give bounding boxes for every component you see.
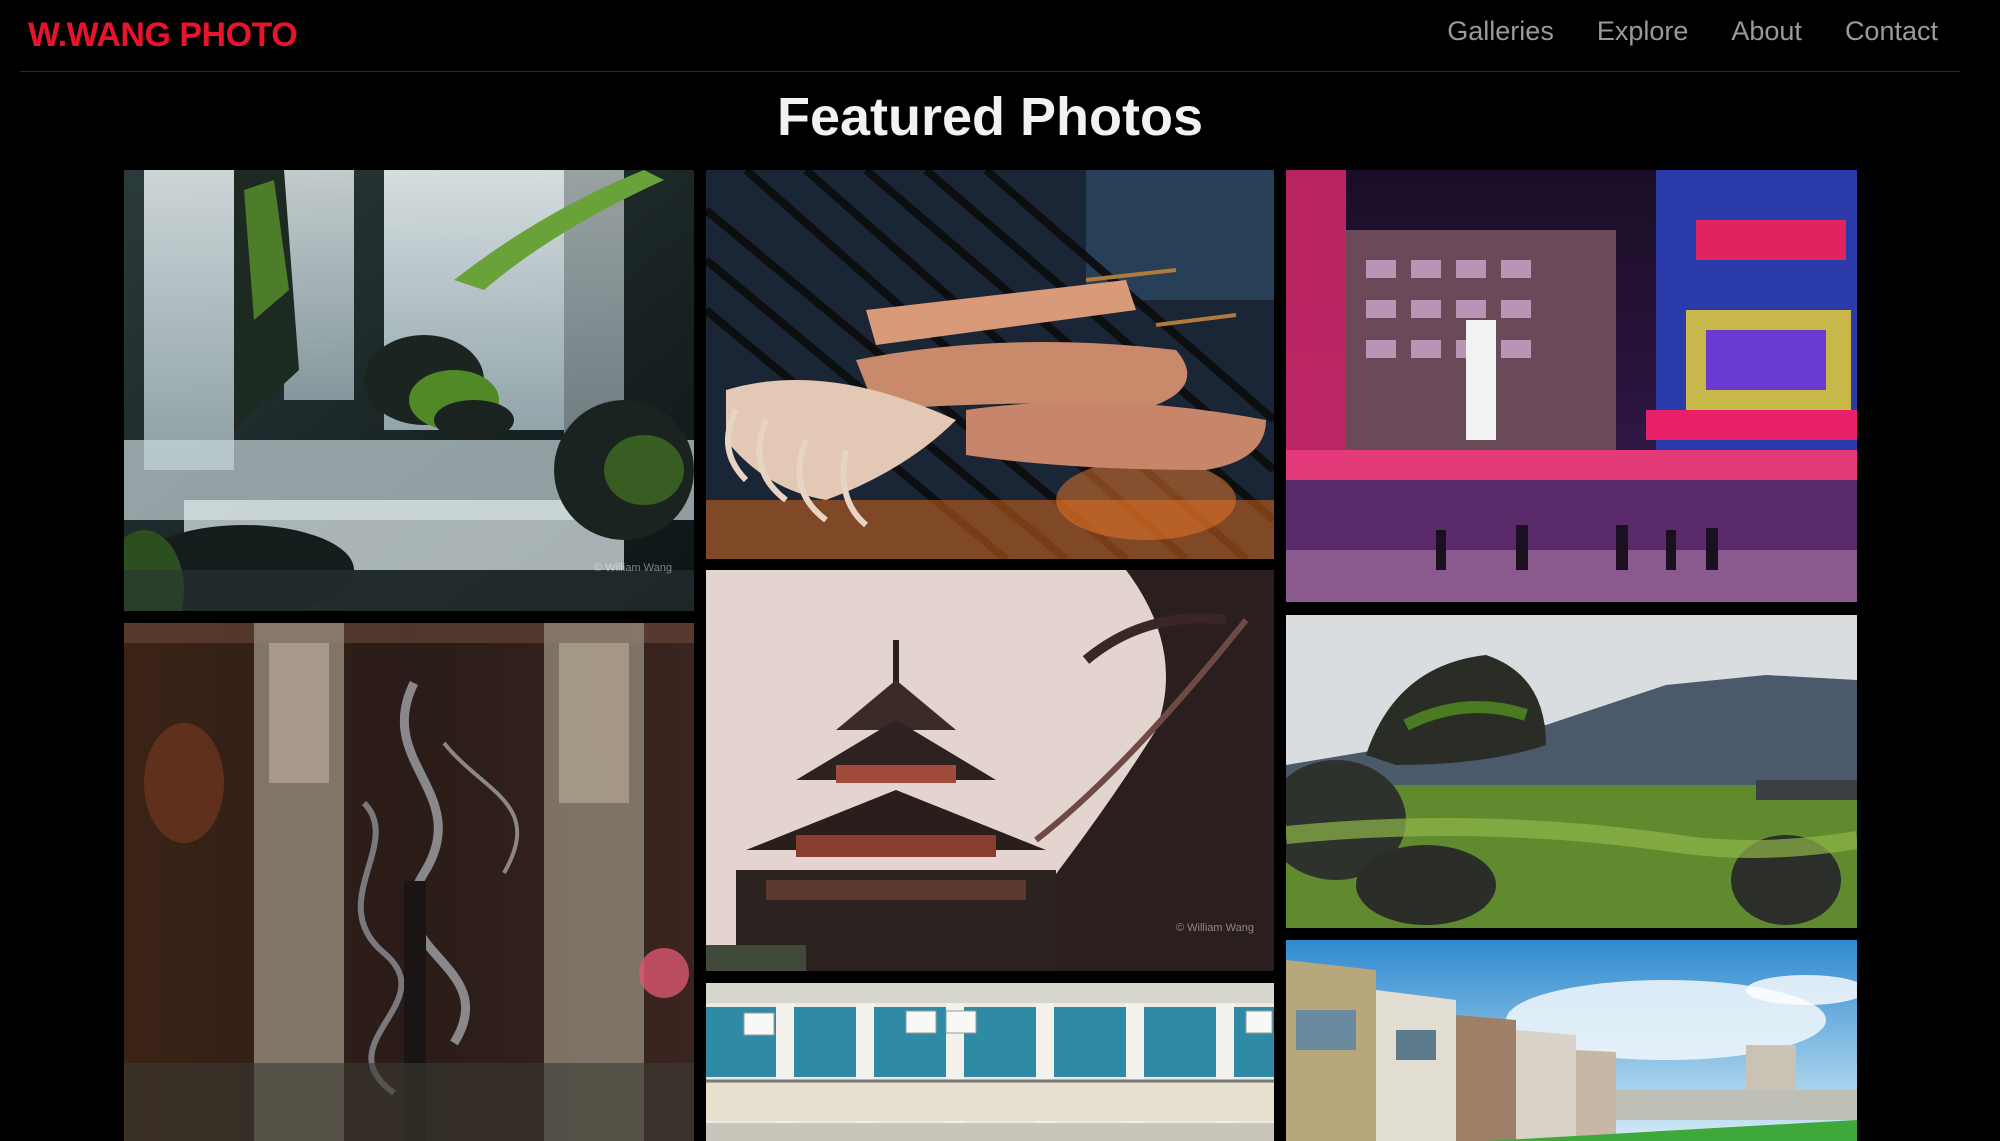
apartment-balconies-image [706, 983, 1274, 1141]
main-nav: Galleries Explore About Contact [1447, 16, 1938, 47]
incense-smoke-image [124, 623, 694, 1141]
site-header: W.WANG PHOTO Galleries Explore About Con… [20, 0, 1960, 72]
neon-street-image [1286, 170, 1857, 602]
photo-houses-field[interactable] [1286, 940, 1857, 1141]
temple-roof-image [706, 570, 1274, 971]
photo-neon-street[interactable] [1286, 170, 1857, 602]
houses-field-image [1286, 940, 1857, 1141]
photo-coastal-rocks[interactable] [1286, 615, 1857, 928]
nav-galleries[interactable]: Galleries [1447, 16, 1554, 47]
photo-incense-smoke[interactable] [124, 623, 694, 1141]
photo-temple-roof[interactable]: © William Wang [706, 570, 1274, 971]
photo-grilled-squid[interactable] [706, 170, 1274, 559]
page-title: Featured Photos [776, 87, 1204, 147]
nav-explore[interactable]: Explore [1597, 16, 1689, 47]
grilled-squid-image [706, 170, 1274, 559]
waterfall-image [124, 170, 694, 611]
coastal-rocks-image [1286, 615, 1857, 928]
photo-apartment-balconies[interactable] [706, 983, 1274, 1141]
photo-watermark: © William Wang [594, 562, 672, 574]
nav-about[interactable]: About [1731, 16, 1802, 47]
photo-watermark: © William Wang [1176, 922, 1254, 934]
nav-contact[interactable]: Contact [1845, 16, 1938, 47]
photo-waterfall[interactable]: © William Wang [124, 170, 694, 611]
site-logo[interactable]: W.WANG PHOTO [28, 16, 298, 55]
